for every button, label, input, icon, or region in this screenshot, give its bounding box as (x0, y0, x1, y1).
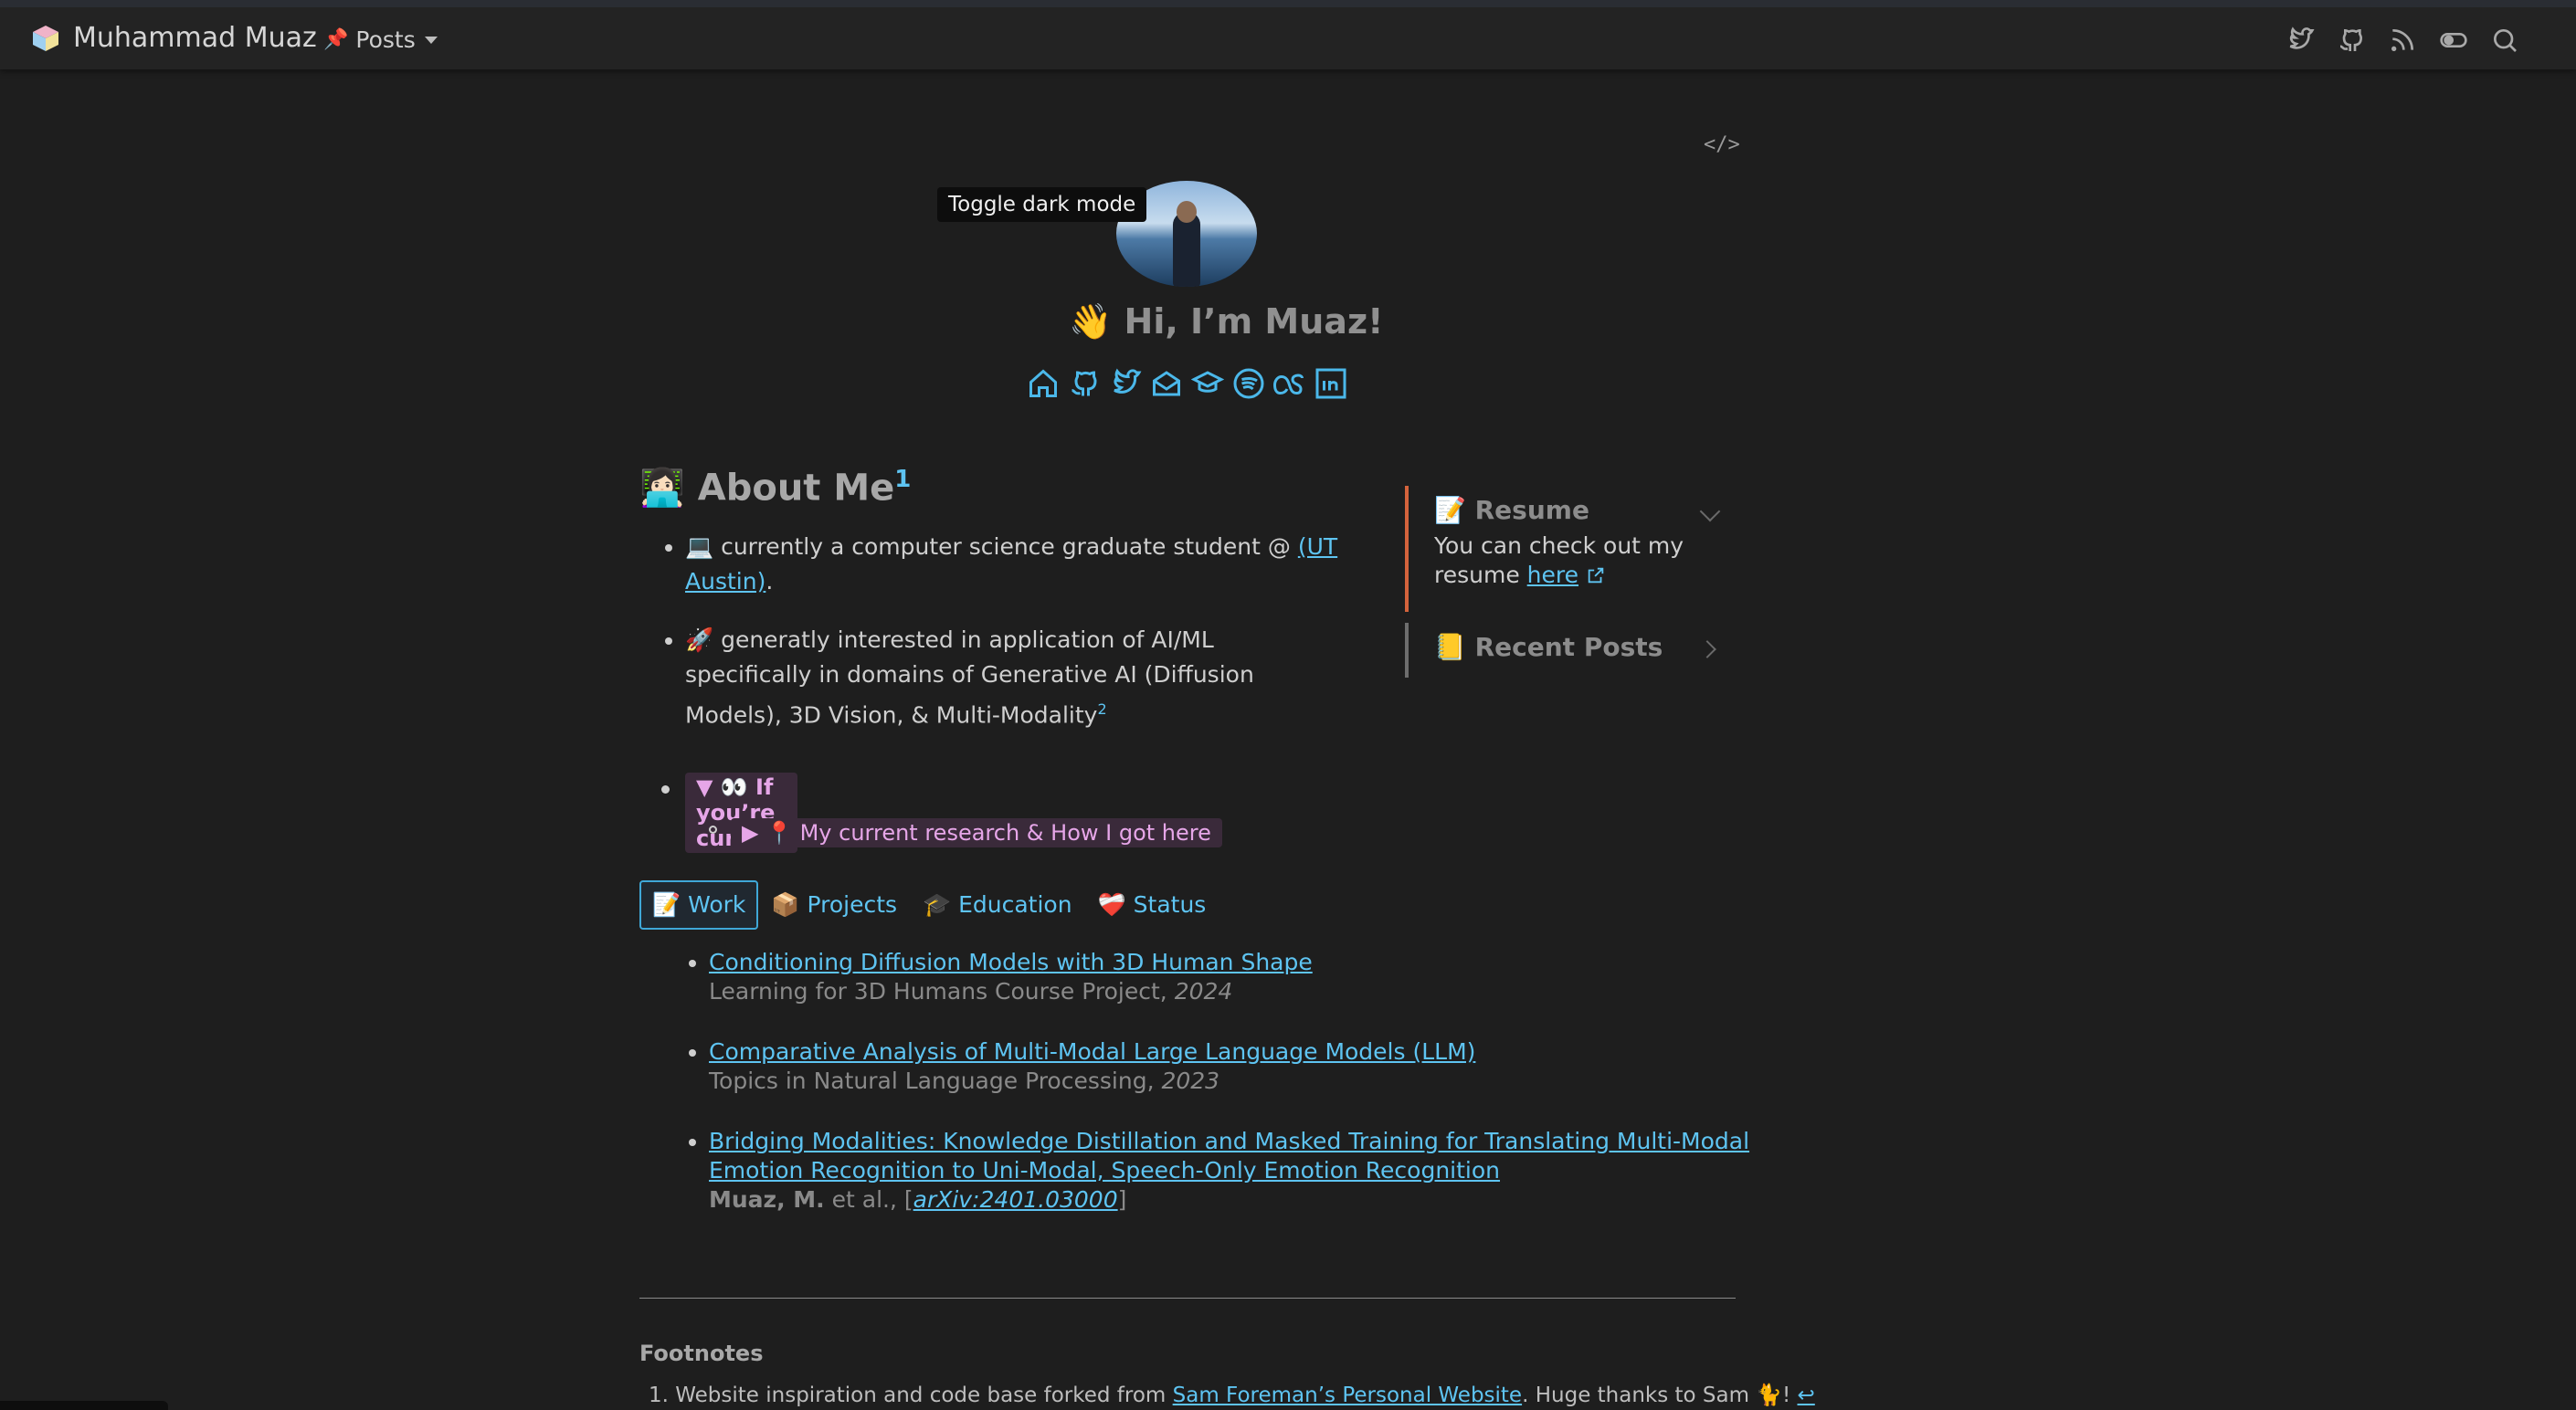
work-link[interactable]: Bridging Modalities: Knowledge Distillat… (709, 1128, 1749, 1184)
home-icon[interactable] (1027, 367, 1060, 400)
list-item: Comparative Analysis of Multi-Modal Larg… (709, 1037, 1805, 1096)
search-icon[interactable] (2490, 26, 2519, 55)
research-toggle[interactable]: ▶ 📍 My current research & How I got here (731, 818, 1222, 847)
recent-posts-callout[interactable]: 📒 Recent Posts (1405, 623, 1737, 678)
list-item: Conditioning Diffusion Models with 3D Hu… (709, 948, 1805, 1006)
github-icon[interactable] (1068, 367, 1101, 400)
greeting-heading: 👋 Hi, I’m Muaz! (1069, 301, 1384, 342)
resume-title: 📝 Resume (1434, 495, 1589, 525)
external-link-icon (1588, 567, 1604, 584)
list-sub-bullet (709, 826, 717, 834)
list-bullet (661, 785, 670, 794)
about-item-student: 💻 currently a computer science graduate … (685, 530, 1343, 599)
pin-icon: 📌 (323, 28, 349, 51)
footnote-ref-1[interactable]: 1 (894, 466, 911, 493)
dark-mode-tooltip: Toggle dark mode (937, 187, 1147, 222)
github-icon[interactable] (2337, 26, 2366, 55)
tab-projects[interactable]: 📦 Projects (758, 880, 910, 930)
social-links (1027, 367, 1347, 400)
brand-link[interactable]: Muhammad Muaz (31, 22, 317, 54)
work-link[interactable]: Comparative Analysis of Multi-Modal Larg… (709, 1038, 1475, 1065)
posts-label: Posts (355, 26, 416, 53)
code-view-icon[interactable]: </> (1704, 133, 1740, 156)
tab-work[interactable]: 📝 Work (639, 880, 759, 930)
tab-education[interactable]: 🎓 Education (910, 880, 1085, 930)
footnotes-title: Footnotes (639, 1341, 764, 1366)
about-item1-text: 💻 currently a computer science graduate … (685, 533, 1298, 560)
avatar-person (1173, 212, 1200, 287)
rss-icon[interactable] (2388, 26, 2417, 55)
resume-callout[interactable]: 📝 Resume You can check out my resume her… (1405, 486, 1737, 612)
about-list: 💻 currently a computer science graduate … (639, 530, 1343, 756)
footnote-backref-icon[interactable]: ↩ (1798, 1384, 1815, 1407)
recent-posts-title: 📒 Recent Posts (1434, 632, 1663, 662)
work-close: ] (1117, 1186, 1127, 1213)
work-year: 2024 (1174, 978, 1233, 1005)
about-item1-suffix: . (765, 568, 774, 595)
about-item-interests: 🚀 generatly interested in application of… (685, 623, 1343, 732)
footnote-1-prefix: 1. Website inspiration and code base for… (649, 1384, 1173, 1407)
work-course: Learning for 3D Humans Course Project, (709, 978, 1175, 1005)
arxiv-link[interactable]: arXiv:2401.03000 (913, 1186, 1118, 1213)
lastfm-icon[interactable] (1273, 367, 1306, 400)
footnote-1: 1. Website inspiration and code base for… (649, 1383, 1815, 1407)
footnote-1-suffix: . Huge thanks to Sam 🐈! (1522, 1384, 1798, 1407)
resume-text: You can check out my resume here (1434, 531, 1708, 590)
graduation-cap-icon[interactable] (1191, 367, 1224, 400)
status-bar-corner (0, 1401, 168, 1410)
work-link[interactable]: Conditioning Diffusion Models with 3D Hu… (709, 949, 1313, 975)
chevron-right-icon[interactable] (1698, 640, 1716, 658)
sam-foreman-link[interactable]: Sam Foreman’s Personal Website (1173, 1384, 1522, 1407)
email-icon[interactable] (1150, 367, 1183, 400)
tab-bar: 📝 Work 📦 Projects 🎓 Education ❤️‍🩹 Statu… (639, 880, 1219, 930)
tab-status[interactable]: ❤️‍🩹 Status (1085, 880, 1219, 930)
about-item2-text: 🚀 generatly interested in application of… (685, 626, 1254, 729)
footnote-ref-2[interactable]: 2 (1097, 700, 1106, 718)
spotify-icon[interactable] (1232, 367, 1265, 400)
footnotes-divider (639, 1298, 1736, 1299)
about-heading: 👩🏻‍💻 About Me1 (639, 466, 911, 509)
about-emoji: 👩🏻‍💻 (639, 467, 685, 510)
work-subtitle: Learning for 3D Humans Course Project, 2… (709, 978, 1232, 1005)
about-title: About Me (697, 467, 895, 510)
brand-name: Muhammad Muaz (73, 22, 317, 54)
work-list: Conditioning Diffusion Models with 3D Hu… (639, 948, 1805, 1246)
work-subtitle: Topics in Natural Language Processing, 2… (709, 1068, 1219, 1094)
resume-link[interactable]: here (1527, 562, 1578, 588)
arxiv-id: arXiv:2401.03000 (913, 1186, 1118, 1213)
linkedin-icon[interactable] (1314, 367, 1347, 400)
posts-menu[interactable]: 📌 Posts (323, 26, 438, 53)
work-author: Muaz, M. (709, 1186, 825, 1213)
cube-logo-icon (33, 25, 58, 51)
list-item: Bridging Modalities: Knowledge Distillat… (709, 1127, 1805, 1215)
top-navbar: Muhammad Muaz 📌 Posts (0, 0, 2576, 69)
caret-down-icon (424, 36, 438, 44)
twitter-icon[interactable] (1109, 367, 1142, 400)
work-year: 2023 (1161, 1068, 1220, 1094)
work-course: Topics in Natural Language Processing, (709, 1068, 1162, 1094)
avatar-head (1177, 201, 1197, 223)
dark-mode-toggle-icon[interactable] (2439, 26, 2468, 55)
work-citation: Muaz, M. et al., [arXiv:2401.03000] (709, 1186, 1126, 1213)
work-etal: et al., [ (824, 1186, 913, 1213)
chevron-down-icon[interactable] (1699, 500, 1721, 522)
twitter-icon[interactable] (2286, 26, 2315, 55)
